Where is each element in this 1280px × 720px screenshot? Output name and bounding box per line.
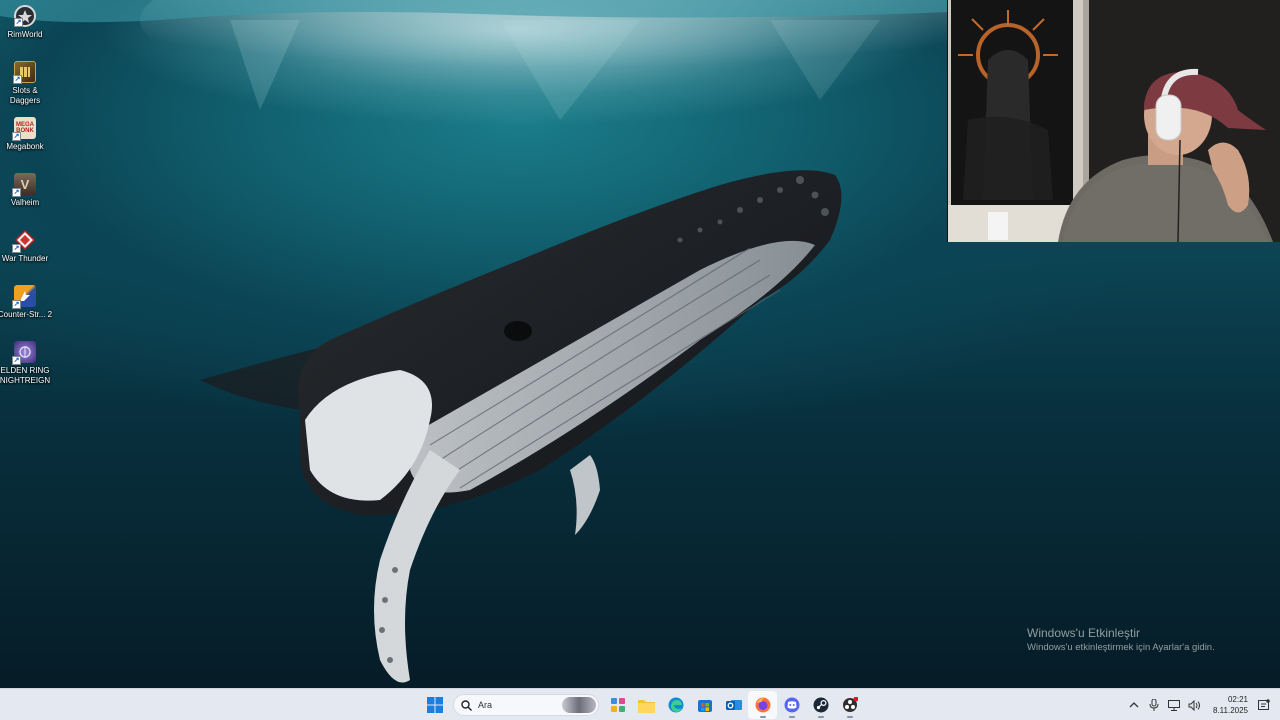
taskbar: Ara 02:21 8.11.2025 [0, 688, 1280, 720]
clock-date: 8.11.2025 [1213, 706, 1248, 715]
outlook-icon [725, 700, 742, 710]
shortcut-arrow-icon: ↗ [12, 132, 21, 141]
outlook-button[interactable] [719, 691, 748, 719]
microsoft-store-button[interactable] [690, 691, 719, 719]
obs-icon [842, 697, 858, 712]
chevron-up-icon [1129, 702, 1139, 708]
file-explorer-icon [638, 699, 655, 713]
show-hidden-icons-button[interactable] [1124, 691, 1144, 719]
search-highlight-image [562, 697, 596, 713]
slots-daggers-icon: ↗ [13, 61, 36, 84]
edge-button[interactable] [661, 691, 690, 719]
network-button[interactable] [1164, 691, 1184, 719]
system-tray: 02:21 8.11.2025 [1124, 689, 1280, 720]
running-indicator [846, 716, 853, 718]
start-icon [426, 697, 443, 713]
microphone-icon [1149, 699, 1159, 711]
search-icon [461, 699, 472, 711]
desktop-icon-slots-daggers[interactable]: ↗ Slots & Daggers [0, 61, 50, 106]
discord-icon [784, 697, 799, 713]
file-explorer-button[interactable] [632, 691, 661, 719]
widgets-button[interactable] [603, 691, 632, 719]
taskbar-clock[interactable]: 02:21 8.11.2025 [1208, 694, 1248, 716]
counter-strike-icon: ↗ [12, 285, 36, 309]
desktop-icon-megabonk[interactable]: MEGA BONK ↗ Megabonk [0, 117, 50, 152]
elden-ring-icon: ↗ [12, 341, 36, 365]
shortcut-arrow-icon: ↗ [12, 356, 21, 365]
shortcut-arrow-icon: ↗ [13, 75, 22, 84]
edge-icon [668, 697, 683, 713]
desktop-icon-label: War Thunder [1, 254, 49, 263]
rimworld-icon: ↗ [14, 5, 36, 27]
desktop-icon-elden-ring[interactable]: ↗ ELDEN RING NIGHTREIGN [0, 341, 50, 386]
webcam-feed-image [948, 0, 1280, 242]
widgets-icon [610, 698, 625, 712]
network-icon [1168, 699, 1180, 711]
shortcut-arrow-icon: ↗ [12, 300, 21, 309]
desktop-icon-label: Slots & Daggers [9, 86, 41, 105]
taskbar-search-box[interactable]: Ara [453, 694, 599, 716]
running-indicator [817, 716, 824, 718]
notifications-button[interactable] [1254, 691, 1274, 719]
running-indicator [759, 716, 766, 718]
activation-title: Windows'u Etkinleştir [1027, 626, 1140, 640]
shortcut-arrow-icon: ↗ [14, 18, 23, 27]
running-indicator [788, 716, 795, 718]
activation-subtitle: Windows'u etkinleştirmek için Ayarlar'a … [1027, 642, 1215, 653]
firefox-button[interactable] [748, 691, 777, 719]
desktop-icon-label: RimWorld [7, 30, 43, 39]
megabonk-icon: MEGA BONK ↗ [12, 117, 36, 141]
start-button[interactable] [420, 691, 449, 719]
desktop-icon-war-thunder[interactable]: ↗ War Thunder [0, 229, 50, 264]
desktop-icon-valheim[interactable]: V ↗ Valheim [0, 173, 50, 208]
firefox-icon [755, 697, 770, 713]
desktop-icon-rimworld[interactable]: ↗ RimWorld [0, 5, 50, 40]
webcam-overlay [947, 0, 1280, 242]
desktop-icon-label: Valheim [10, 198, 40, 207]
war-thunder-icon: ↗ [12, 229, 36, 253]
microsoft-store-icon [697, 700, 712, 712]
clock-time: 02:21 [1227, 695, 1248, 704]
discord-button[interactable] [777, 691, 806, 719]
desktop-icon-label: Counter-Str... 2 [0, 310, 53, 319]
desktop-icon-label: Megabonk [6, 142, 44, 151]
taskbar-apps: Ara [420, 689, 864, 720]
steam-button[interactable] [806, 691, 835, 719]
desktop-icon-counter-strike[interactable]: ↗ Counter-Str... 2 [0, 285, 53, 320]
volume-button[interactable] [1184, 691, 1204, 719]
shortcut-arrow-icon: ↗ [12, 188, 21, 197]
steam-icon [813, 697, 828, 713]
desktop-icon-label: ELDEN RING NIGHTREIGN [0, 366, 51, 385]
speaker-icon [1188, 699, 1200, 711]
notification-icon [1258, 699, 1270, 710]
shortcut-arrow-icon: ↗ [12, 244, 21, 253]
windows-activation-watermark: Windows'u Etkinleştir Windows'u etkinleş… [1027, 626, 1215, 655]
valheim-icon: V ↗ [12, 173, 36, 197]
microphone-button[interactable] [1144, 691, 1164, 719]
valheim-badge: V [20, 176, 30, 192]
obs-button[interactable] [835, 691, 864, 719]
search-placeholder: Ara [478, 700, 493, 710]
